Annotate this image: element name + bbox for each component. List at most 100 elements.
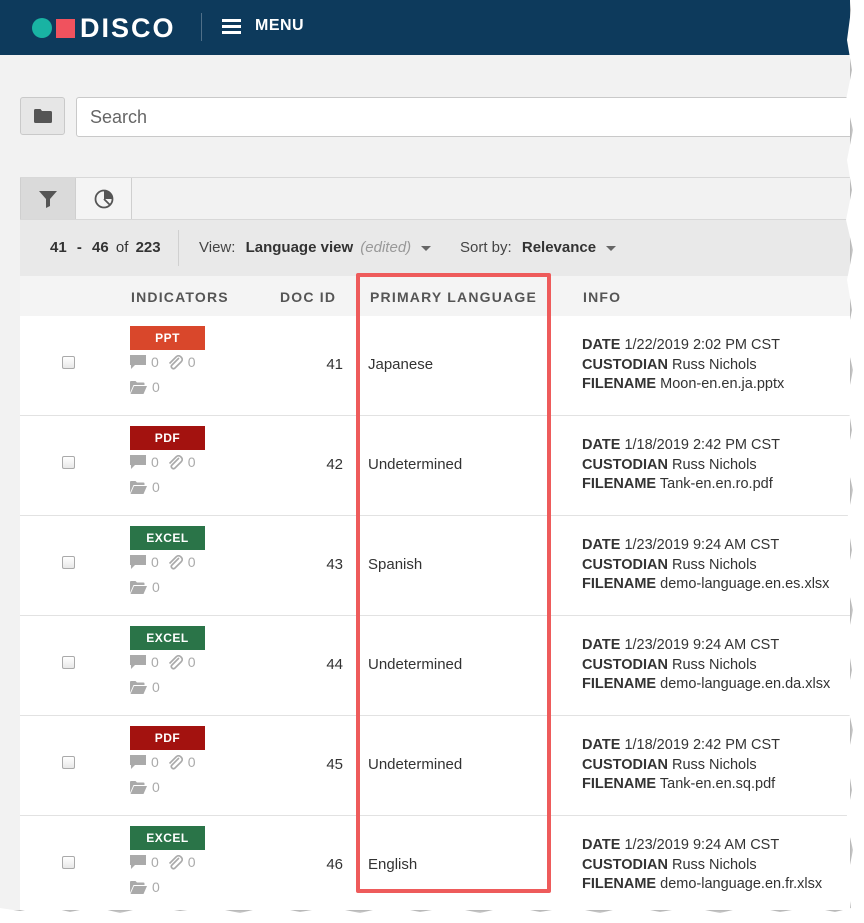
paperclip-icon[interactable] [167,854,183,870]
view-label: View: [199,239,236,256]
comment-icon[interactable] [130,655,146,669]
search-input[interactable] [76,97,850,137]
comment-icon[interactable] [130,455,146,469]
primary-language: Undetermined [368,756,463,773]
comment-count: 0 [151,554,159,570]
chevron-down-icon [421,245,432,251]
row-checkbox[interactable] [62,756,75,769]
folder-count: 0 [152,779,160,795]
pie-chart-icon [94,189,113,209]
primary-language: Undetermined [368,656,463,673]
table-row[interactable]: EXCEL 0 0 0 44 Undetermined DATE 1/23/20… [20,616,850,716]
comment-icon[interactable] [130,555,146,569]
table-row[interactable]: EXCEL 0 0 0 43 Spanish DATE 1/23/2019 9:… [20,516,850,616]
doc-date: 1/18/2019 2:42 PM CST [624,737,781,753]
comment-count: 0 [151,354,159,370]
column-header-info[interactable]: INFO [583,289,621,305]
view-dropdown[interactable]: View: Language view (edited) [199,239,432,256]
indicator-counts: 0 0 [130,854,204,870]
tab-chart[interactable] [76,178,132,220]
table-row[interactable]: EXCEL 0 0 0 46 English DATE 1/23/2019 9:… [20,816,850,910]
header-divider [201,13,202,41]
folder-button[interactable] [20,97,65,135]
column-header-indicators[interactable]: INDICATORS [131,289,229,305]
doc-filename[interactable]: demo-language.en.fr.xlsx [660,876,822,892]
logo-dot [32,18,52,38]
comment-icon[interactable] [130,355,146,369]
paperclip-icon[interactable] [167,654,183,670]
attachment-count: 0 [187,554,196,570]
top-nav-bar: DISCO MENU [0,0,850,55]
file-type-badge: EXCEL [130,526,205,550]
doc-date: 1/22/2019 2:02 PM CST [624,337,781,353]
doc-info: DATE 1/18/2019 2:42 PM CST CUSTODIAN Rus… [582,437,781,492]
disco-logo[interactable]: DISCO [32,13,176,43]
comment-count: 0 [151,854,159,870]
logo-text: DISCO [80,13,176,43]
folder-indicator: 0 [130,579,168,595]
view-edited-flag: (edited) [360,239,412,256]
table-header: INDICATORS DOC ID PRIMARY LANGUAGE INFO [20,276,850,317]
folder-open-icon[interactable] [130,680,147,694]
doc-date: 1/23/2019 9:24 AM CST [624,837,780,853]
doc-date: 1/23/2019 9:24 AM CST [624,537,780,553]
doc-custodian: Russ Nichols [671,456,757,473]
file-type-badge: PPT [130,326,205,350]
logo-square [56,18,75,38]
folder-count: 0 [152,379,160,395]
paperclip-icon[interactable] [167,554,183,570]
indicator-counts: 0 0 [130,554,204,570]
folder-open-icon[interactable] [130,780,147,794]
table-row[interactable]: PDF 0 0 0 42 Undetermined DATE 1/18/2019… [20,416,850,516]
comment-count: 0 [151,754,159,770]
comment-icon[interactable] [130,755,146,769]
chevron-down-icon [606,245,617,251]
doc-filename[interactable]: Moon-en.en.ja.pptx [660,376,784,392]
sort-value: Relevance [521,239,597,256]
row-checkbox[interactable] [62,456,75,469]
folder-open-icon[interactable] [130,380,147,394]
comment-count: 0 [151,454,159,470]
sort-dropdown[interactable]: Sort by: Relevance [460,239,617,256]
doc-info: DATE 1/23/2019 9:24 AM CST CUSTODIAN Rus… [582,837,823,892]
comment-icon[interactable] [130,855,146,869]
doc-filename[interactable]: Tank-en.en.ro.pdf [660,476,773,492]
folder-open-icon[interactable] [130,580,147,594]
doc-filename[interactable]: Tank-en.en.sq.pdf [660,776,775,792]
row-checkbox[interactable] [62,856,75,869]
indicator-counts: 0 0 [130,454,204,470]
doc-info: DATE 1/23/2019 9:24 AM CST CUSTODIAN Rus… [582,537,830,592]
indicator-counts: 0 0 [130,654,204,670]
paperclip-icon[interactable] [167,354,183,370]
indicator-counts: 0 0 [130,354,204,370]
doc-filename[interactable]: demo-language.en.es.xlsx [660,576,829,592]
paperclip-icon[interactable] [167,754,183,770]
attachment-count: 0 [187,454,196,470]
folder-indicator: 0 [130,679,168,695]
folder-icon [33,109,52,123]
column-header-doc-id[interactable]: DOC ID [280,289,336,305]
doc-info: DATE 1/18/2019 2:42 PM CST CUSTODIAN Rus… [582,737,781,792]
tab-filter[interactable] [20,178,76,220]
funnel-icon [39,191,57,208]
doc-id: 46 [326,856,343,873]
comment-count: 0 [151,654,159,670]
table-row[interactable]: PDF 0 0 0 45 Undetermined DATE 1/18/2019… [20,716,850,816]
app-window: DISCO MENU 41 [0,0,850,910]
folder-open-icon[interactable] [130,880,147,894]
row-checkbox[interactable] [62,656,75,669]
folder-open-icon[interactable] [130,480,147,494]
doc-custodian: Russ Nichols [671,856,757,873]
column-header-primary-language[interactable]: PRIMARY LANGUAGE [370,289,537,305]
attachment-count: 0 [187,754,196,770]
menu-button[interactable]: MENU [222,17,304,35]
primary-language: Japanese [368,356,434,373]
row-checkbox[interactable] [62,356,75,369]
table-row[interactable]: PPT 0 0 0 41 Japanese DATE 1/22/2019 2:0… [20,316,850,416]
doc-filename[interactable]: demo-language.en.da.xlsx [660,676,830,692]
doc-custodian: Russ Nichols [671,556,757,573]
row-checkbox[interactable] [62,556,75,569]
folder-count: 0 [152,479,160,495]
doc-custodian: Russ Nichols [671,756,757,773]
paperclip-icon[interactable] [167,454,183,470]
